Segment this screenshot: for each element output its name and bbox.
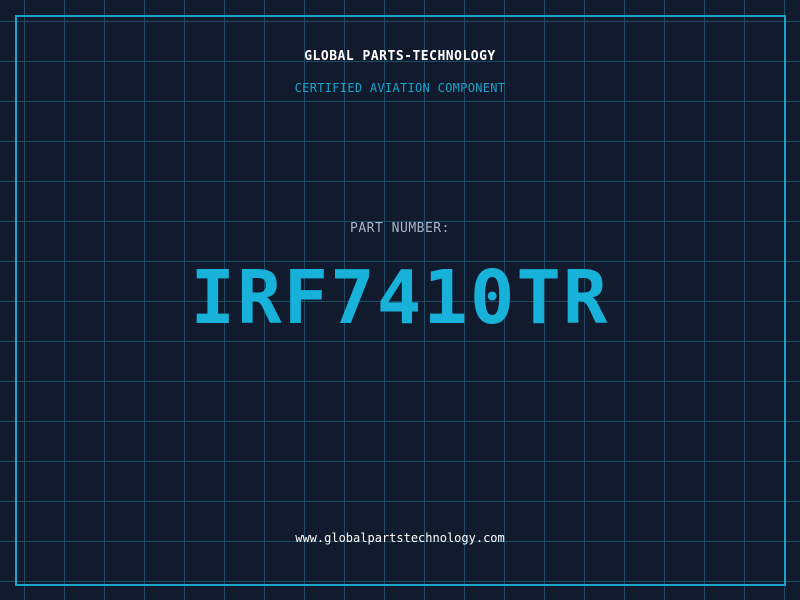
part-number-value: IRF7410TR [190,255,610,341]
part-number-label: PART NUMBER: [350,221,450,236]
website-url: www.globalpartstechnology.com [295,531,505,545]
certification-subtitle: CERTIFIED AVIATION COMPONENT [294,81,506,95]
company-name: GLOBAL PARTS-TECHNOLOGY [304,49,496,64]
